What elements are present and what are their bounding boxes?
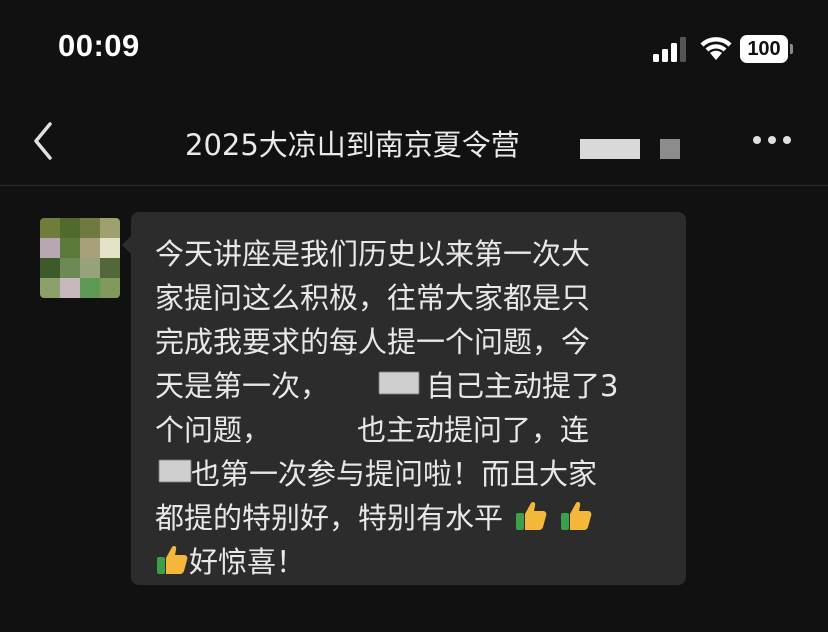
battery-cap xyxy=(790,44,793,54)
battery-icon: 100 xyxy=(740,35,788,63)
redacted-text xyxy=(660,139,680,159)
wifi-icon xyxy=(700,37,732,60)
message-line: 完成我要求的每人提一个问题，今 xyxy=(155,325,591,359)
status-bar: 00:09 100 xyxy=(0,0,828,96)
chat-title: 2025大凉山到南京夏令营 xyxy=(185,128,520,162)
status-time: 00:09 xyxy=(58,28,140,63)
thumbs-up-icon xyxy=(561,502,592,530)
message-line: 也第一次参与提问啦！而且大家 xyxy=(191,457,598,491)
battery-level: 100 xyxy=(747,38,781,60)
signal-icon xyxy=(653,37,686,62)
back-icon[interactable] xyxy=(30,120,56,162)
message-line: 也主动提问了，连 xyxy=(357,413,590,447)
thumbs-up-icon xyxy=(157,546,188,574)
redacted-text xyxy=(580,139,640,159)
redacted-name xyxy=(379,372,419,394)
thumbs-up-icon xyxy=(516,502,547,530)
avatar[interactable] xyxy=(40,218,120,298)
message-text: 都提的特别好，特别有水平 xyxy=(155,501,504,535)
message-line: 家提问这么积极，往常大家都是只 xyxy=(155,281,591,315)
more-icon[interactable] xyxy=(752,134,792,146)
message-line: 自己主动提了3 xyxy=(426,369,619,403)
bubble-tail xyxy=(122,236,131,254)
message-line: 个问题， xyxy=(155,413,272,447)
message-text: 好惊喜！ xyxy=(189,545,306,579)
message-line: 天是第一次， xyxy=(155,369,330,403)
message-line: 都提的特别好，特别有水平 xyxy=(155,500,593,536)
message-line: 好惊喜！ xyxy=(155,544,305,580)
chat-header: 2025大凉山到南京夏令营 xyxy=(0,96,828,186)
chat-screen: 00:09 100 2025大凉山到南京夏令营 今天讲座是我们历史以来第一次大 … xyxy=(0,0,828,632)
message-line: 今天讲座是我们历史以来第一次大 xyxy=(155,237,591,271)
message-bubble[interactable]: 今天讲座是我们历史以来第一次大 家提问这么积极，往常大家都是只 完成我要求的每人… xyxy=(131,212,686,585)
redacted-name xyxy=(159,460,191,482)
